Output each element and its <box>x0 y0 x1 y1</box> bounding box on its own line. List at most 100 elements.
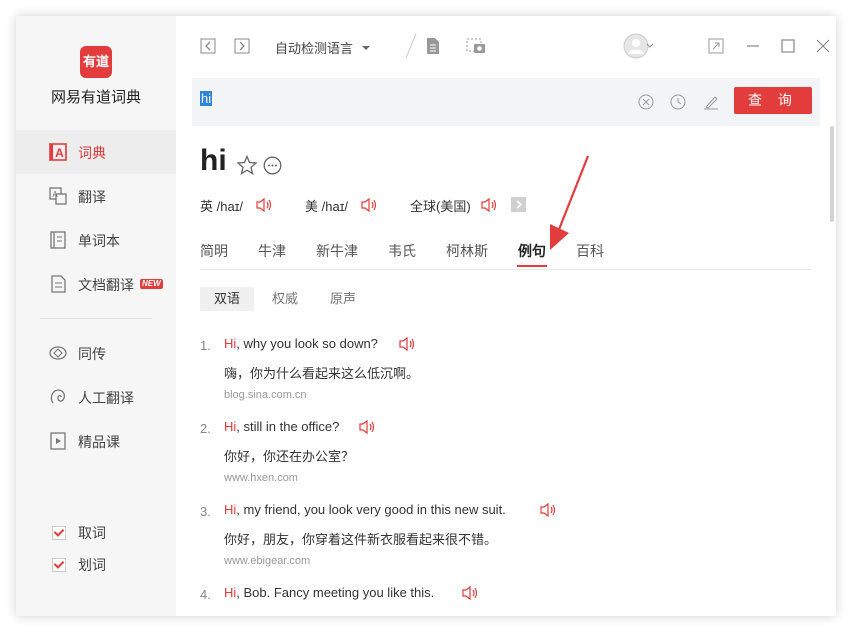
forward-icon[interactable] <box>234 38 250 54</box>
tab-examples[interactable]: 例句 <box>518 241 546 261</box>
sidebar-item-label: 精品课 <box>78 434 120 450</box>
example-number: 3. <box>200 504 211 519</box>
clear-icon[interactable] <box>638 94 654 110</box>
example-text: , still in the office? <box>236 419 340 434</box>
dict-icon: A <box>49 143 67 161</box>
example-text: , my friend, you look very good in this … <box>236 502 506 517</box>
sidebar-item-label: 翻译 <box>78 189 106 205</box>
example-english: Hi, my friend, you look very good in thi… <box>224 502 506 517</box>
pron-ipa: /haɪ/ <box>216 199 243 214</box>
maximize-icon[interactable] <box>780 38 796 54</box>
course-icon <box>50 432 66 450</box>
minimize-icon[interactable] <box>745 38 761 54</box>
divider-slash <box>405 33 417 59</box>
pron-region: 全球(美国) <box>410 199 471 214</box>
history-icon[interactable] <box>670 94 686 110</box>
subtab-bilingual[interactable]: 双语 <box>200 287 255 311</box>
speaker-icon[interactable] <box>360 197 378 213</box>
example-source[interactable]: www.ebigear.com <box>224 555 310 567</box>
subtab-original-audio[interactable]: 原声 <box>316 287 370 311</box>
pronunciation-us: 美 /haɪ/ <box>305 196 348 215</box>
example-source[interactable]: www.hxen.com <box>224 472 298 484</box>
sidebar-item-label: 单词本 <box>78 233 120 249</box>
example-number: 1. <box>200 338 211 353</box>
highlight-word: Hi <box>224 585 237 600</box>
simultaneous-icon <box>49 346 67 360</box>
example-source[interactable]: blog.sina.com.cn <box>224 389 307 401</box>
tab-concise[interactable]: 简明 <box>200 241 228 261</box>
search-query: hi <box>200 91 213 106</box>
speaker-icon[interactable] <box>461 585 479 601</box>
active-tab-indicator <box>517 265 547 267</box>
example-text: , Bob. Fancy meeting you like this. <box>236 585 435 600</box>
app-logo: 有道 <box>80 46 112 78</box>
headword: hi <box>200 144 227 177</box>
sidebar-item-human-translate[interactable]: 人工翻译 <box>16 375 176 419</box>
screenshot-translate-icon[interactable] <box>466 37 486 55</box>
pronunciation-global: 全球(美国) <box>410 196 471 215</box>
more-icon[interactable] <box>263 156 282 175</box>
human-translate-icon <box>50 389 65 404</box>
sidebar-item-translate[interactable]: A 翻译 <box>16 174 176 218</box>
tab-webster[interactable]: 韦氏 <box>388 241 416 261</box>
close-icon[interactable] <box>815 38 831 54</box>
subtab-authoritative[interactable]: 权威 <box>258 287 312 311</box>
speaker-icon[interactable] <box>480 197 498 213</box>
speaker-icon[interactable] <box>255 197 273 213</box>
sidebar-item-dictionary[interactable]: A 词典 <box>16 130 176 174</box>
speaker-icon[interactable] <box>358 419 376 435</box>
new-badge: NEW <box>140 279 163 289</box>
language-select[interactable]: 自动检测语言 <box>275 38 371 57</box>
document-icon <box>51 275 66 293</box>
caret-down-icon <box>361 46 370 50</box>
speaker-icon[interactable] <box>398 336 416 352</box>
check-label: 取词 <box>78 525 106 541</box>
svg-text:A: A <box>55 146 64 160</box>
sidebar-item-document-translate[interactable]: 文档翻译 NEW <box>16 262 176 306</box>
avatar[interactable] <box>623 32 653 60</box>
sidebar-item-courses[interactable]: 精品课 <box>16 419 176 463</box>
sidebar: 有道 网易有道词典 A 词典 A 翻译 单词本 文档翻译 NEW 同传 人工翻译 <box>16 16 176 616</box>
example-chinese: 你好，你还在办公室？ <box>224 449 355 464</box>
tab-collins[interactable]: 柯林斯 <box>446 241 488 261</box>
expand-arrow-icon[interactable] <box>511 197 526 212</box>
speaker-icon[interactable] <box>539 502 557 518</box>
search-bar: hi <box>192 78 820 126</box>
example-english: Hi, Bob. Fancy meeting you like this. <box>224 585 434 600</box>
scrollbar-thumb[interactable] <box>830 126 834 222</box>
search-input[interactable]: hi <box>200 91 620 113</box>
sidebar-item-label: 同传 <box>78 346 106 362</box>
example-number: 2. <box>200 421 211 436</box>
svg-text:A: A <box>52 190 58 199</box>
checkbox[interactable] <box>52 558 66 572</box>
mini-mode-icon[interactable] <box>708 38 724 54</box>
language-label: 自动检测语言 <box>275 41 354 56</box>
example-chinese: 你好，朋友，你穿着这件新衣服看起来很不错。 <box>224 532 498 547</box>
check-label: 划词 <box>78 557 106 573</box>
search-button[interactable]: 查 询 <box>734 87 812 114</box>
example-number: 4. <box>200 587 211 602</box>
sidebar-item-label: 人工翻译 <box>78 390 134 406</box>
tab-new-oxford[interactable]: 新牛津 <box>316 241 358 261</box>
word-capture-toggle[interactable]: 取词 <box>52 523 106 543</box>
pron-ipa: /haɪ/ <box>321 199 348 214</box>
notes-icon[interactable] <box>425 37 441 55</box>
app-window: 有道 网易有道词典 A 词典 A 翻译 单词本 文档翻译 NEW 同传 人工翻译 <box>16 16 836 616</box>
sidebar-divider <box>40 318 152 319</box>
highlight-word: Hi <box>224 336 237 351</box>
annotation-arrow <box>550 155 590 250</box>
tab-oxford[interactable]: 牛津 <box>258 241 286 261</box>
dictionary-tabs: 简明 牛津 新牛津 韦氏 柯林斯 例句 百科 <box>200 239 811 270</box>
selection-capture-toggle[interactable]: 划词 <box>52 555 106 575</box>
pron-region: 美 <box>305 199 319 214</box>
handwriting-icon[interactable] <box>702 93 720 111</box>
sidebar-item-wordbook[interactable]: 单词本 <box>16 218 176 262</box>
star-icon[interactable] <box>237 155 257 175</box>
checkbox[interactable] <box>52 526 66 540</box>
sidebar-item-label: 文档翻译 <box>78 277 134 293</box>
example-english: Hi, still in the office? <box>224 419 339 434</box>
example-chinese: 嗨，你为什么看起来这么低沉啊。 <box>224 366 420 381</box>
sidebar-item-simultaneous[interactable]: 同传 <box>16 331 176 375</box>
back-icon[interactable] <box>200 38 216 54</box>
translate-icon: A <box>49 187 67 205</box>
